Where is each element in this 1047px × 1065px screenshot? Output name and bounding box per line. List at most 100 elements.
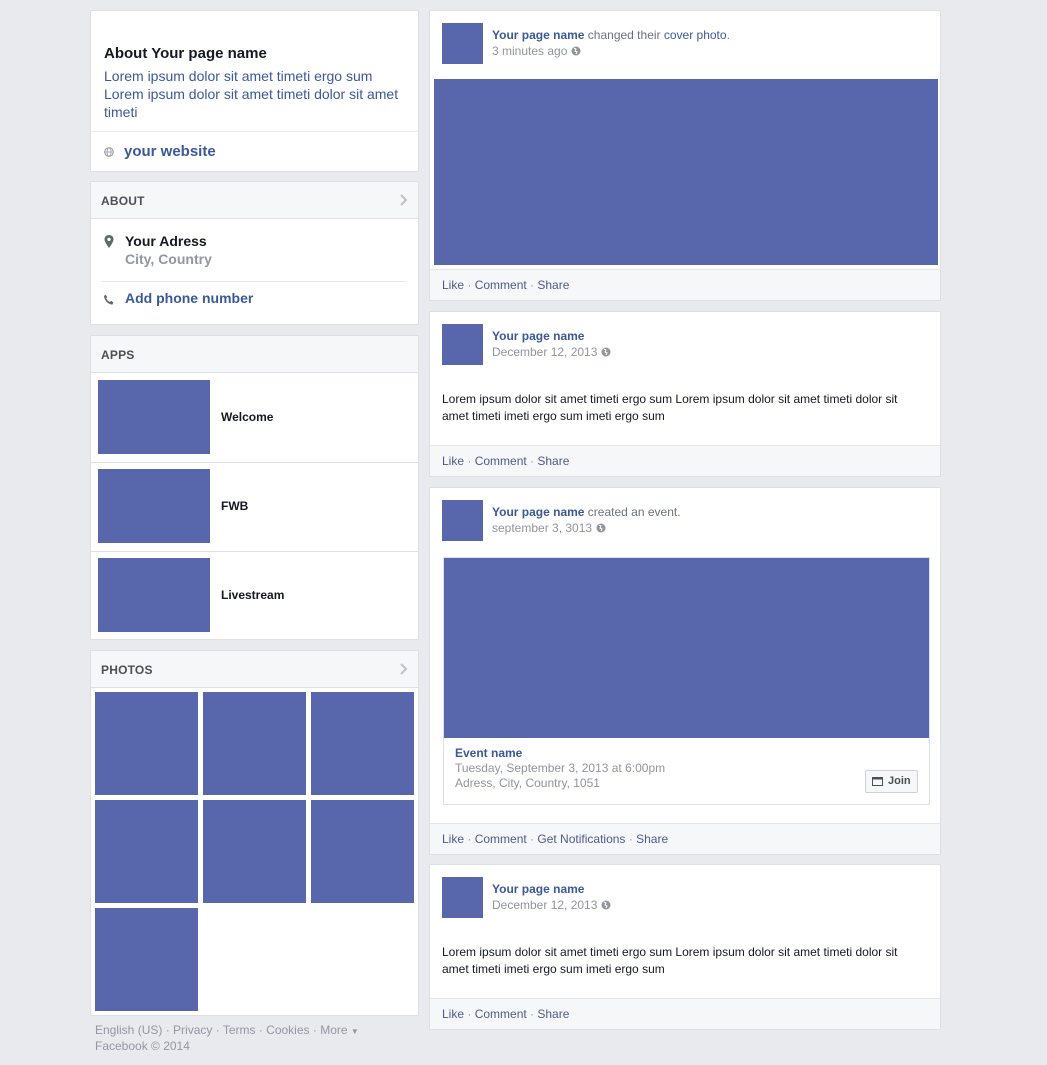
photo-thumbnail[interactable] xyxy=(95,692,198,795)
post-timestamp: December 12, 2013 xyxy=(492,345,611,359)
globe-icon xyxy=(104,147,114,157)
post-actions: Like · Comment · Get Notifications · Sha… xyxy=(430,823,940,854)
author-link[interactable]: Your page name xyxy=(492,329,584,343)
section-title: ABOUT xyxy=(101,194,145,208)
share-button[interactable]: Share xyxy=(636,832,668,846)
add-phone-link[interactable]: Add phone number xyxy=(125,290,253,306)
join-button[interactable]: Join xyxy=(865,770,918,793)
photos-section-header[interactable]: PHOTOS xyxy=(91,651,418,688)
post-timestamp: 3 minutes ago xyxy=(492,44,581,58)
footer-link-more[interactable]: More xyxy=(320,1023,347,1037)
timestamp-link[interactable]: september 3, 3013 xyxy=(492,521,592,535)
action-text: created an event. xyxy=(584,505,681,519)
post-text: Your page name December 12, 2013 Lorem i… xyxy=(429,311,941,477)
event-address: Adress, City, Country, 1051 xyxy=(455,776,600,790)
photo-thumbnail[interactable] xyxy=(203,800,306,903)
post-headline: Your page name created an event. xyxy=(492,505,681,519)
event-name-link[interactable]: Event name xyxy=(455,746,522,760)
footer-links: English (US) · Privacy · Terms · Cookies… xyxy=(95,1023,359,1037)
about-section-header[interactable]: ABOUT xyxy=(91,182,418,219)
app-item-fwb[interactable]: FWB xyxy=(91,462,418,552)
public-globe-icon xyxy=(596,523,606,533)
app-item-livestream[interactable]: Livestream xyxy=(91,551,418,640)
event-card[interactable]: Event name Tuesday, September 3, 2013 at… xyxy=(443,557,930,805)
comment-button[interactable]: Comment xyxy=(475,278,527,292)
cover-photo[interactable] xyxy=(434,79,938,265)
photo-thumbnail[interactable] xyxy=(311,800,414,903)
public-globe-icon xyxy=(571,46,581,56)
timestamp-link[interactable]: 3 minutes ago xyxy=(492,44,567,58)
post-timestamp: December 12, 2013 xyxy=(492,898,611,912)
website-link[interactable]: your website xyxy=(124,143,216,160)
chevron-right-icon xyxy=(400,663,408,675)
post-actions: Like · Comment · Share xyxy=(430,998,940,1029)
footer-link-language[interactable]: English (US) xyxy=(95,1023,162,1037)
app-thumbnail xyxy=(98,469,210,543)
apps-section-header: APPS xyxy=(91,336,418,373)
about-title: About Your page name xyxy=(104,45,267,62)
divider xyxy=(91,131,418,132)
action-text: changed their xyxy=(584,28,664,42)
photos-section: PHOTOS xyxy=(90,650,419,1016)
like-button[interactable]: Like xyxy=(442,832,464,846)
share-button[interactable]: Share xyxy=(537,1007,569,1021)
app-label: Livestream xyxy=(221,588,285,602)
like-button[interactable]: Like xyxy=(442,1007,464,1021)
like-button[interactable]: Like xyxy=(442,454,464,468)
comment-button[interactable]: Comment xyxy=(475,832,527,846)
timestamp-link[interactable]: December 12, 2013 xyxy=(492,345,597,359)
footer: English (US) · Privacy · Terms · Cookies… xyxy=(95,1023,359,1054)
phone-icon xyxy=(104,294,114,305)
app-thumbnail xyxy=(98,558,210,632)
share-button[interactable]: Share xyxy=(537,454,569,468)
app-thumbnail xyxy=(98,380,210,454)
post-cover-photo: Your page name changed their cover photo… xyxy=(429,10,941,301)
timestamp-link[interactable]: December 12, 2013 xyxy=(492,898,597,912)
location-pin-icon xyxy=(104,235,114,248)
photo-thumbnail[interactable] xyxy=(311,692,414,795)
footer-link-terms[interactable]: Terms xyxy=(223,1023,256,1037)
get-notifications-button[interactable]: Get Notifications xyxy=(537,832,625,846)
avatar[interactable] xyxy=(442,500,483,541)
avatar[interactable] xyxy=(442,324,483,365)
footer-link-privacy[interactable]: Privacy xyxy=(173,1023,212,1037)
app-item-welcome[interactable]: Welcome xyxy=(91,373,418,463)
avatar[interactable] xyxy=(442,23,483,64)
author-link[interactable]: Your page name xyxy=(492,882,584,896)
about-description[interactable]: Lorem ipsum dolor sit amet timeti ergo s… xyxy=(104,67,404,121)
apps-section: APPS Welcome FWB Livestream xyxy=(90,335,419,640)
action-links: Like · Comment · Share xyxy=(442,278,570,292)
action-suffix: . xyxy=(726,28,730,42)
caret-down-icon[interactable]: ▼ xyxy=(351,1027,359,1036)
post-text: Your page name December 12, 2013 Lorem i… xyxy=(429,864,941,1030)
calendar-icon xyxy=(872,777,883,786)
comment-button[interactable]: Comment xyxy=(475,1007,527,1021)
section-title: PHOTOS xyxy=(101,663,153,677)
author-link[interactable]: Your page name xyxy=(492,505,584,519)
footer-link-cookies[interactable]: Cookies xyxy=(266,1023,309,1037)
post-body: Lorem ipsum dolor sit amet timeti ergo s… xyxy=(442,392,898,423)
public-globe-icon xyxy=(601,347,611,357)
photo-thumbnail[interactable] xyxy=(203,692,306,795)
photo-thumbnail[interactable] xyxy=(95,908,198,1011)
public-globe-icon xyxy=(601,900,611,910)
event-image[interactable] xyxy=(444,558,929,738)
post-event: Your page name created an event. septemb… xyxy=(429,487,941,855)
post-timestamp: september 3, 3013 xyxy=(492,521,606,535)
avatar[interactable] xyxy=(442,877,483,918)
divider xyxy=(101,281,406,282)
share-button[interactable]: Share xyxy=(537,278,569,292)
section-title: APPS xyxy=(101,348,135,362)
event-date: Tuesday, September 3, 2013 at 6:00pm xyxy=(455,761,666,775)
app-label: Welcome xyxy=(221,410,274,424)
cover-photo-link[interactable]: cover photo xyxy=(664,28,727,42)
comment-button[interactable]: Comment xyxy=(475,454,527,468)
author-link[interactable]: Your page name xyxy=(492,28,584,42)
action-links: Like · Comment · Share xyxy=(442,454,570,468)
like-button[interactable]: Like xyxy=(442,278,464,292)
action-links: Like · Comment · Get Notifications · Sha… xyxy=(442,832,669,846)
post-headline: Your page name xyxy=(492,882,584,896)
photo-thumbnail[interactable] xyxy=(95,800,198,903)
about-section: ABOUT Your Adress City, Country Add phon… xyxy=(90,181,419,325)
about-page-box: About Your page name Lorem ipsum dolor s… xyxy=(90,10,419,172)
